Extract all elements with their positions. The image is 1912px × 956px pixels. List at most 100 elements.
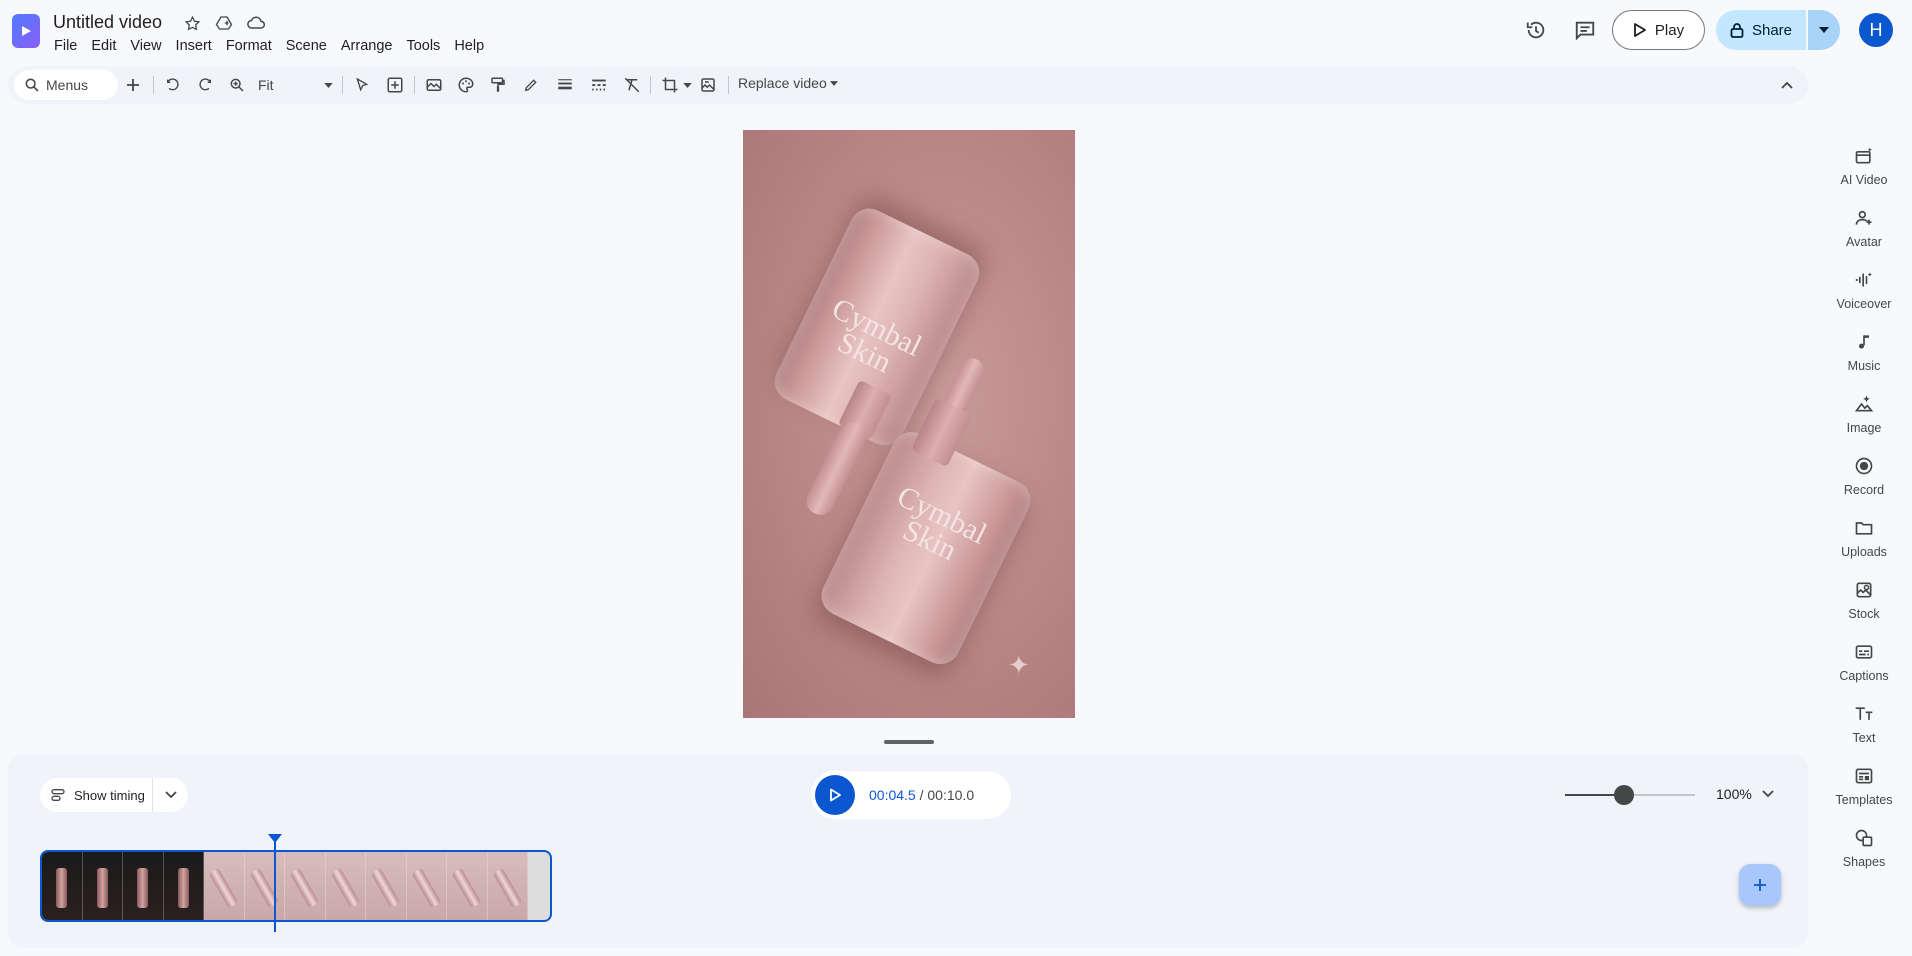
sidebar-item-templates[interactable]: Templates xyxy=(1816,765,1912,827)
sidebar-item-music[interactable]: Music xyxy=(1816,331,1912,393)
sidebar-item-uploads[interactable]: Uploads xyxy=(1816,517,1912,579)
templates-icon xyxy=(1853,765,1875,787)
timeline-zoom-slider[interactable] xyxy=(1565,785,1695,805)
record-icon xyxy=(1853,455,1875,477)
zoom-icon[interactable] xyxy=(226,74,248,96)
clip-thumbnail xyxy=(406,852,447,920)
menu-insert[interactable]: Insert xyxy=(169,36,219,56)
lock-icon xyxy=(1730,23,1744,38)
menus-search[interactable]: Menus xyxy=(14,70,118,100)
undo-icon[interactable] xyxy=(162,74,184,96)
clip-thumbnail xyxy=(285,852,326,920)
caret-down-icon xyxy=(1819,27,1829,33)
voiceover-icon xyxy=(1853,269,1875,291)
clip-thumbnail xyxy=(123,852,164,920)
cloud-saved-icon[interactable] xyxy=(246,13,266,33)
sidebar-item-avatar[interactable]: Avatar xyxy=(1816,207,1912,269)
paint-format-icon[interactable] xyxy=(487,74,509,96)
sidebar-item-label: Uploads xyxy=(1841,545,1887,559)
border-weight-icon[interactable] xyxy=(554,74,576,96)
playhead-line[interactable] xyxy=(274,836,276,932)
add-scene-button[interactable] xyxy=(1739,864,1781,906)
move-to-drive-icon[interactable] xyxy=(214,13,234,33)
menu-arrange[interactable]: Arrange xyxy=(334,36,400,56)
caret-down-icon xyxy=(829,80,838,86)
show-timing-label: Show timing xyxy=(74,787,145,803)
sidebar-item-record[interactable]: Record xyxy=(1816,455,1912,517)
add-icon[interactable] xyxy=(122,74,144,96)
redo-icon[interactable] xyxy=(194,74,216,96)
sidebar-item-voiceover[interactable]: Voiceover xyxy=(1816,269,1912,331)
account-avatar[interactable]: H xyxy=(1859,13,1893,47)
play-icon xyxy=(830,788,841,802)
menu-scene[interactable]: Scene xyxy=(279,36,334,56)
main-toolbar: Menus Fit Replace video xyxy=(8,66,1808,104)
crop-icon[interactable] xyxy=(659,74,681,96)
sidebar-item-label: Text xyxy=(1852,731,1876,745)
show-timing-control: Show timing xyxy=(40,778,188,812)
zoom-select[interactable]: Fit xyxy=(258,74,333,96)
avatar-add-icon xyxy=(1853,207,1875,229)
sidebar-item-label: Templates xyxy=(1835,793,1893,807)
timeline-resize-handle[interactable] xyxy=(884,740,934,744)
zoom-percent-select[interactable]: 100% xyxy=(1716,786,1774,802)
search-icon xyxy=(25,78,39,92)
clip-thumbnail xyxy=(447,852,488,920)
sidebar-item-image[interactable]: Image xyxy=(1816,393,1912,455)
pen-icon[interactable] xyxy=(520,74,542,96)
star-icon[interactable] xyxy=(182,13,202,33)
app-header: Untitled video File Edit View Insert For… xyxy=(0,0,1912,62)
menu-tools[interactable]: Tools xyxy=(399,36,447,56)
play-button[interactable]: Play xyxy=(1612,10,1705,50)
clip-thumbnail xyxy=(82,852,123,920)
zoom-slider-thumb[interactable] xyxy=(1614,785,1634,805)
insert-text-box-icon[interactable] xyxy=(384,74,406,96)
sidebar-item-label: AI Video xyxy=(1840,173,1888,187)
clip-thumbnail xyxy=(244,852,285,920)
border-dash-icon[interactable] xyxy=(588,74,610,96)
share-button[interactable]: Share xyxy=(1716,10,1806,50)
timeline-play-button[interactable] xyxy=(815,775,855,815)
sidebar-item-stock[interactable]: Stock xyxy=(1816,579,1912,641)
menu-bar: File Edit View Insert Format Scene Arran… xyxy=(47,36,491,56)
timing-icon xyxy=(51,789,65,801)
timeline-panel: Show timing 00:04.5 / 00:10.0 100% xyxy=(8,754,1808,948)
collapse-toolbar-icon[interactable] xyxy=(1776,74,1798,96)
sidebar-item-label: Record xyxy=(1843,483,1885,497)
video-clip[interactable] xyxy=(40,850,552,922)
menu-edit[interactable]: Edit xyxy=(84,36,123,56)
stock-icon xyxy=(1853,579,1875,601)
background-icon[interactable] xyxy=(423,74,445,96)
sidebar-item-shapes[interactable]: Shapes xyxy=(1816,827,1912,889)
show-timing-button[interactable]: Show timing xyxy=(40,787,152,803)
clip-thumbnail xyxy=(42,852,83,920)
crop-dropdown-icon[interactable] xyxy=(681,74,693,96)
share-dropdown-button[interactable] xyxy=(1808,10,1840,50)
sidebar-item-text[interactable]: Text xyxy=(1816,703,1912,765)
text-icon xyxy=(1853,703,1875,725)
menus-search-label: Menus xyxy=(46,77,89,93)
menu-file[interactable]: File xyxy=(47,36,84,56)
clip-thumbnail xyxy=(366,852,407,920)
menu-view[interactable]: View xyxy=(123,36,168,56)
zoom-select-value: Fit xyxy=(258,77,274,93)
menu-help[interactable]: Help xyxy=(447,36,491,56)
menu-format[interactable]: Format xyxy=(219,36,279,56)
vids-logo-icon[interactable] xyxy=(12,14,40,48)
video-canvas[interactable]: Cymbal Skin Cymbal Skin ✦ xyxy=(743,130,1075,718)
replace-media-icon[interactable] xyxy=(697,74,719,96)
document-title[interactable]: Untitled video xyxy=(53,12,162,33)
select-cursor-icon[interactable] xyxy=(351,74,373,96)
captions-icon xyxy=(1853,641,1875,663)
comments-icon[interactable] xyxy=(1573,18,1597,42)
theme-palette-icon[interactable] xyxy=(455,74,477,96)
playback-time: 00:04.5 / 00:10.0 xyxy=(869,787,974,803)
replace-video-label: Replace video xyxy=(738,75,827,91)
version-history-icon[interactable] xyxy=(1524,18,1548,42)
sparkle-icon: ✦ xyxy=(1008,650,1030,680)
sidebar-item-ai-video[interactable]: AI Video xyxy=(1816,145,1912,207)
replace-video-button[interactable]: Replace video xyxy=(738,75,838,91)
clear-formatting-icon[interactable] xyxy=(621,74,643,96)
show-timing-dropdown[interactable] xyxy=(153,791,188,799)
sidebar-item-captions[interactable]: Captions xyxy=(1816,641,1912,703)
